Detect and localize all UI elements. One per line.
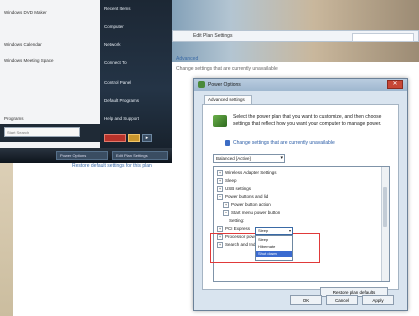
chevron-down-icon: ▾ [280, 155, 283, 161]
address-bar[interactable]: Edit Plan Settings [172, 30, 419, 42]
panel-description: Select the power plan that you want to c… [233, 114, 382, 127]
tree-item[interactable]: + Power button action [223, 202, 271, 208]
search-box[interactable] [352, 33, 414, 42]
expand-icon[interactable]: + [217, 226, 223, 232]
lock-button[interactable] [128, 134, 140, 142]
dialog-titlebar[interactable]: Power Options ✕ [194, 79, 407, 91]
tree-item-label: Power button action [231, 202, 271, 208]
subtitle-text: Change settings that are currently unava… [176, 66, 278, 72]
advanced-link[interactable]: Advanced [176, 56, 198, 62]
taskbar-button-power-options[interactable]: Power Options [56, 151, 108, 160]
setting-select-value: Sleep [258, 228, 269, 233]
start-right-connect-to[interactable]: Connect To [104, 60, 127, 65]
taskbar-button-edit-plan[interactable]: Edit Plan Settings [112, 151, 168, 160]
tree-item-label: Start menu power button [231, 210, 281, 216]
tree-item[interactable]: − Start menu power button [223, 210, 280, 216]
setting-dropdown-list[interactable]: Sleep Hibernate Shut down [255, 235, 293, 261]
tree-item[interactable]: Setting: [229, 218, 244, 223]
tree-item-label: Power buttons and lid [225, 194, 269, 200]
start-right-control-panel[interactable]: Control Panel [104, 80, 131, 85]
expand-icon[interactable]: + [217, 170, 223, 176]
start-search-area: Start Search [0, 124, 100, 142]
settings-tree[interactable]: + Wireless Adapter Settings + Sleep + USB set… [213, 166, 390, 282]
scrollbar-thumb[interactable] [383, 187, 387, 227]
plan-select[interactable]: Balanced [Active] ▾ [213, 154, 285, 163]
dialog-title: Power Options [208, 82, 241, 88]
tree-item[interactable]: + Wireless Adapter Settings [217, 170, 277, 176]
expand-icon[interactable]: + [223, 202, 229, 208]
collapse-icon[interactable]: − [223, 210, 229, 216]
plan-select-value: Balanced [Active] [216, 156, 251, 161]
tree-scrollbar[interactable] [381, 167, 389, 281]
power-options-dialog: Power Options ✕ Advanced settings Select… [193, 78, 408, 311]
desktop-strip [0, 163, 13, 316]
start-search-input[interactable]: Start Search [4, 127, 80, 137]
start-right-recent-items[interactable]: Recent Items [104, 6, 131, 11]
dropdown-option[interactable]: Sleep [256, 237, 292, 243]
power-options-icon [198, 81, 205, 88]
tree-item[interactable]: + USB settings [217, 186, 251, 192]
expand-icon[interactable]: + [217, 186, 223, 192]
start-right-network[interactable]: Network [104, 42, 121, 47]
change-settings-link[interactable]: Change settings that are currently unava… [233, 140, 335, 146]
dropdown-option[interactable]: Shut down [256, 251, 292, 257]
tree-item[interactable]: − Power buttons and lid [217, 194, 268, 200]
ok-button[interactable]: OK [290, 295, 322, 305]
shield-icon [225, 140, 230, 146]
power-button[interactable] [104, 134, 126, 142]
tree-item[interactable]: + PCI Express [217, 226, 250, 232]
battery-icon [213, 115, 227, 127]
start-item-dvd-maker[interactable]: Windows DVD Maker [4, 10, 47, 15]
start-item-meeting-space[interactable]: Windows Meeting Space [4, 58, 54, 63]
restore-defaults-link[interactable]: Restore default settings for this plan [72, 163, 152, 169]
start-item-all-programs[interactable]: Programs [4, 116, 24, 121]
apply-button[interactable]: Apply [362, 295, 394, 305]
start-menu-places: Recent Items Computer Network Connect To… [100, 0, 172, 148]
start-right-help[interactable]: Help and Support [104, 116, 139, 121]
start-item-calendar[interactable]: Windows Calendar [4, 42, 42, 47]
dropdown-option[interactable]: Hibernate [256, 244, 292, 250]
shutdown-options-arrow-icon[interactable]: ▸ [142, 134, 152, 142]
address-path: Edit Plan Settings [193, 33, 233, 39]
setting-select[interactable]: Sleep ▾ [255, 227, 293, 235]
tab-advanced-settings[interactable]: Advanced settings [204, 95, 252, 104]
tree-item-label: Setting: [229, 218, 245, 223]
tree-item[interactable]: + Sleep [217, 178, 237, 184]
tree-item-label: USB settings [225, 186, 252, 192]
expand-icon[interactable]: + [217, 178, 223, 184]
tree-item-label: PCI Express [225, 226, 251, 232]
tree-item-label: Sleep [225, 178, 237, 184]
start-right-computer[interactable]: Computer [104, 24, 124, 29]
tree-item-label: Wireless Adapter Settings [225, 170, 277, 176]
start-menu: Windows DVD Maker Windows Calendar Windo… [0, 0, 172, 148]
chevron-down-icon: ▾ [288, 228, 291, 233]
collapse-icon[interactable]: − [217, 194, 223, 200]
taskbar: Power Options Edit Plan Settings [0, 148, 172, 163]
close-icon[interactable]: ✕ [387, 80, 403, 89]
start-right-default-programs[interactable]: Default Programs [104, 98, 139, 103]
cancel-button[interactable]: Cancel [326, 295, 358, 305]
